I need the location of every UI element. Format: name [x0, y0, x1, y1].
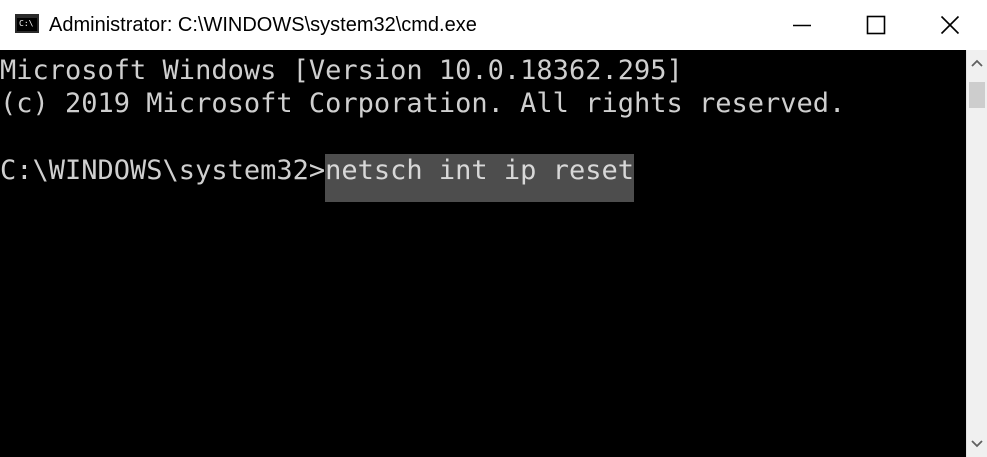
maximize-button[interactable] — [839, 0, 913, 50]
cmd-app-icon[interactable]: C:\ — [15, 14, 39, 33]
cmd-window: C:\ Administrator: C:\WINDOWS\system32\c… — [0, 0, 987, 457]
minimize-button[interactable] — [765, 0, 839, 50]
close-icon — [940, 15, 960, 35]
scroll-down-button[interactable] — [967, 431, 987, 457]
console-line-copyright: (c) 2019 Microsoft Corporation. All righ… — [0, 88, 846, 119]
scroll-up-button[interactable] — [967, 50, 987, 76]
vertical-scrollbar[interactable] — [966, 50, 987, 457]
scroll-up-arrow-icon — [971, 59, 983, 67]
minimize-icon — [793, 24, 811, 27]
title-bar[interactable]: C:\ Administrator: C:\WINDOWS\system32\c… — [0, 0, 987, 50]
scroll-thumb[interactable] — [969, 82, 985, 108]
close-button[interactable] — [913, 0, 987, 50]
console-prompt: C:\WINDOWS\system32> — [0, 155, 326, 186]
maximize-icon — [866, 15, 886, 35]
window-title: Administrator: C:\WINDOWS\system32\cmd.e… — [49, 14, 477, 36]
console-command-line[interactable]: C:\WINDOWS\system32>netsch int ip reset — [0, 154, 634, 202]
console-line-version: Microsoft Windows [Version 10.0.18362.29… — [0, 55, 683, 86]
scroll-down-arrow-icon — [971, 440, 983, 448]
selected-command-text[interactable]: netsch int ip reset — [325, 154, 634, 202]
console-output[interactable]: Microsoft Windows [Version 10.0.18362.29… — [0, 50, 966, 457]
